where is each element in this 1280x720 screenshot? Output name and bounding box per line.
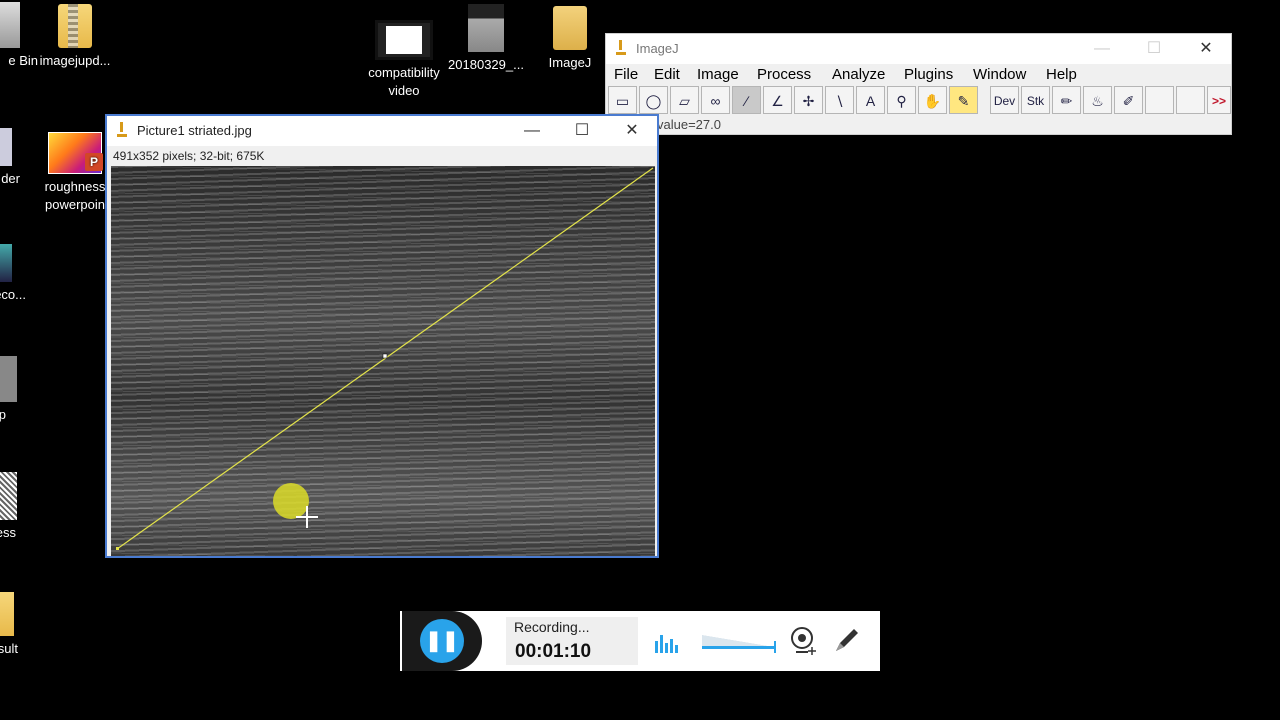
desktop-icon-label: sult [0,641,18,656]
zip-folder-icon [58,4,92,48]
window-title: Picture1 striated.jpg [137,123,252,138]
image-file-icon [0,472,17,520]
stk-tool[interactable]: Stk [1021,86,1050,114]
color-picker-tool-icon[interactable]: ✎ [949,86,978,114]
desktop-icon-label: roughness powerpoin [44,179,106,212]
image-window: Picture1 striated.jpg — ☐ ✕ 491x352 pixe… [105,114,659,558]
audio-level-icon[interactable] [654,627,682,655]
brush-tool-icon[interactable]: ✏ [1052,86,1081,114]
desktop-icon-eco[interactable]: eco... [0,244,40,304]
desktop-icon-label: eco... [0,287,26,302]
magnifier-tool-icon[interactable]: ⚲ [887,86,916,114]
folder-icon [553,6,587,50]
pause-icon: ❚❚ [420,619,464,663]
zip-folder-icon [0,592,14,636]
flood-fill-tool-icon[interactable]: ♨ [1083,86,1112,114]
freehand-tool-icon[interactable]: ∞ [701,86,730,114]
recording-status: Recording... 00:01:10 [506,617,638,665]
menu-plugins[interactable]: Plugins [904,66,953,83]
desktop-icon-label: ImageJ [548,55,592,70]
desktop-icon-label: 20180329_... [448,57,524,72]
desktop-icon-roughness-powerpoint[interactable]: P roughness powerpoin [35,132,115,214]
menu-bar: File Edit Image Process Analyze Plugins … [606,64,1231,86]
more-tools-button[interactable]: >> [1207,86,1231,114]
menu-process[interactable]: Process [757,66,811,83]
video-file-icon [375,20,433,60]
desktop-icon-label: p [0,407,6,422]
maximize-button[interactable]: ☐ [1131,34,1177,64]
desktop-icon-ess[interactable]: ess [0,472,40,542]
dev-tool[interactable]: Dev [990,86,1019,114]
pencil-tool-icon[interactable]: ✐ [1114,86,1143,114]
desktop-icon-label: ess [0,525,16,540]
powerpoint-file-icon: P [48,132,103,174]
close-button[interactable]: ✕ [1183,34,1229,64]
microscope-icon [616,40,626,55]
recording-timer: 00:01:10 [515,641,592,662]
desktop-icon-compatibility-video[interactable]: compatibility video [364,20,444,100]
volume-slider[interactable] [702,633,776,653]
menu-image[interactable]: Image [697,66,739,83]
file-icon [0,244,12,282]
rectangle-tool-icon[interactable]: ▭ [608,86,637,114]
image-window-titlebar[interactable]: Picture1 striated.jpg — ☐ ✕ [107,116,657,146]
menu-edit[interactable]: Edit [654,66,680,83]
hand-tool-icon[interactable]: ✋ [918,86,947,114]
crosshair-cursor-icon [296,506,318,528]
recycle-bin-icon [0,2,20,48]
desktop-icon-imagejupd[interactable]: imagejupd... [35,4,115,70]
desktop-icon-p[interactable]: p [0,356,40,424]
desktop-icon-der[interactable]: der [0,128,40,188]
oval-tool-icon[interactable]: ◯ [639,86,668,114]
polygon-tool-icon[interactable]: ▱ [670,86,699,114]
desktop-icon-label: der [1,171,20,186]
maximize-button[interactable]: ☐ [559,116,605,146]
desktop-icon-sult[interactable]: sult [0,592,40,658]
line-tool-icon[interactable]: ∕ [732,86,761,114]
angle-tool-icon[interactable]: ∠ [763,86,792,114]
image-info: 491x352 pixels; 32-bit; 675K [113,149,265,163]
pause-button[interactable]: ❚❚ [402,611,482,671]
minimize-button[interactable]: — [509,116,555,146]
text-tool-icon[interactable]: A [856,86,885,114]
desktop-icon-recycle-bin[interactable]: e Bin [0,2,40,70]
line-selection[interactable] [111,166,655,556]
desktop-icon-imagej-folder[interactable]: ImageJ [530,6,610,72]
wand-tool-icon[interactable]: ∖ [825,86,854,114]
empty-tool-slot [1176,86,1205,114]
menu-file[interactable]: File [614,66,638,83]
desktop-icon-label: imagejupd... [39,53,111,68]
image-file-icon [0,356,17,402]
desktop-icon-label: e Bin [8,53,38,68]
imagej-window: ImageJ — ☐ ✕ File Edit Image Process Ana… [605,33,1232,135]
photo-file-icon [468,4,504,52]
status-line: y=328, value=27.0 [614,117,721,132]
image-canvas[interactable] [111,166,655,556]
desktop-icon-20180329[interactable]: 20180329_... [446,4,526,74]
window-title: ImageJ [636,41,679,56]
empty-tool-slot [1145,86,1174,114]
imagej-titlebar[interactable]: ImageJ — ☐ ✕ [606,34,1231,64]
close-button[interactable]: ✕ [609,116,655,146]
file-icon [0,128,12,166]
minimize-button[interactable]: — [1079,34,1125,64]
menu-help[interactable]: Help [1046,66,1077,83]
point-tool-icon[interactable]: ✢ [794,86,823,114]
desktop-icon-label: compatibility video [368,65,440,98]
webcam-icon[interactable] [788,625,820,657]
recording-label: Recording... [514,619,590,635]
recorder-bar: ❚❚ Recording... 00:01:10 [400,611,880,671]
menu-window[interactable]: Window [973,66,1026,83]
pen-icon[interactable] [832,625,862,655]
menu-analyze[interactable]: Analyze [832,66,885,83]
microscope-icon [117,122,127,137]
